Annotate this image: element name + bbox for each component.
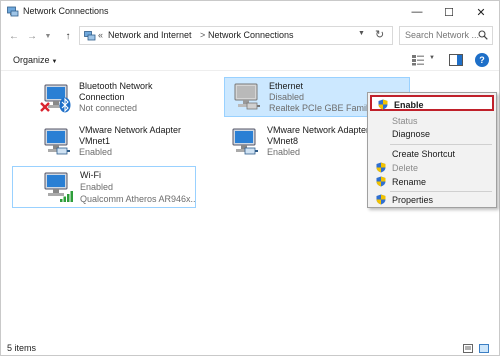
address-dropdown-icon[interactable]: ▼ (358, 30, 365, 37)
network-connections-window: Network Connections — ☐ ✕ ← → ▼ ↑ « Netw… (0, 0, 500, 356)
breadcrumb-network-connections[interactable]: Network Connections (208, 30, 294, 40)
uac-shield-icon (376, 194, 386, 205)
connection-name-line2: Connection (79, 92, 125, 102)
network-folder-icon (84, 31, 96, 41)
back-button[interactable]: ← (7, 27, 21, 45)
search-icon (478, 30, 488, 40)
address-row: ← → ▼ ↑ « Network and Internet > Network… (1, 25, 499, 47)
arrow-up-icon: ↑ (65, 30, 71, 42)
status-bar: 5 items (1, 341, 499, 356)
connection-device: Qualcomm Atheros AR946x... (80, 194, 195, 204)
menu-item-label: Properties (392, 195, 434, 205)
breadcrumb-separator[interactable]: > (200, 30, 205, 40)
menu-separator (390, 144, 492, 145)
connection-name-line1: Bluetooth Network (79, 81, 153, 91)
menu-item-label: Status (392, 116, 418, 126)
connection-item-vmnet1[interactable]: VMware Network Adapter VMnet1 Enabled (35, 123, 221, 163)
connection-item-bluetooth[interactable]: Bluetooth Network Connection Not connect… (35, 79, 221, 119)
menu-item-label: Create Shortcut (392, 149, 456, 159)
organize-label: Organize (13, 55, 50, 65)
network-connections-icon (7, 6, 19, 17)
organize-button[interactable]: Organize ▼ (13, 55, 57, 65)
up-button[interactable]: ↑ (61, 27, 75, 45)
connection-status: Enabled (79, 147, 113, 157)
address-overflow[interactable]: « (98, 30, 103, 40)
title-bar: Network Connections — ☐ ✕ (1, 1, 499, 23)
menu-item-rename[interactable]: Rename (370, 174, 494, 190)
close-icon: ✕ (476, 6, 486, 19)
uac-shield-icon (376, 176, 386, 187)
minimize-icon: — (411, 6, 423, 18)
x-error-icon (40, 102, 50, 112)
uac-shield-icon (378, 99, 388, 110)
item-count: 5 items (7, 343, 37, 353)
maximize-icon: ☐ (444, 6, 454, 19)
chevron-down-icon: ▼ (51, 59, 58, 65)
help-icon[interactable]: ? (475, 53, 489, 67)
recent-locations-button[interactable]: ▼ (41, 27, 55, 45)
large-icons-view-icon[interactable] (479, 344, 489, 353)
preview-pane-icon[interactable] (449, 54, 463, 66)
window-title: Network Connections (23, 6, 109, 16)
connection-status: Not connected (79, 103, 138, 113)
ethernet-cable-icon (56, 147, 70, 155)
search-placeholder: Search Network ... (405, 30, 480, 40)
connection-item-vmnet8[interactable]: VMware Network Adapter VMnet8 Enabled (223, 123, 367, 163)
refresh-icon[interactable]: ↻ (375, 28, 384, 41)
chevron-down-icon: ▼ (44, 32, 52, 40)
uac-shield-icon (376, 162, 386, 173)
connection-name-line1: VMware Network Adapter (267, 125, 367, 135)
forward-button[interactable]: → (25, 27, 39, 45)
menu-item-label: Delete (392, 163, 419, 173)
connection-name-line1: VMware Network Adapter (79, 125, 182, 135)
connection-item-wifi[interactable]: Wi-Fi Enabled Qualcomm Atheros AR946x... (12, 166, 196, 208)
search-input[interactable]: Search Network ... (399, 26, 493, 45)
menu-item-label: Diagnose (392, 129, 431, 139)
ethernet-cable-icon (246, 102, 260, 110)
details-view-icon[interactable] (463, 344, 473, 353)
breadcrumb-network-and-internet[interactable]: Network and Internet (108, 30, 192, 40)
connection-name-line2: VMnet1 (79, 136, 111, 146)
connection-name-line2: VMnet8 (267, 136, 299, 146)
change-view-icon[interactable] (411, 54, 425, 66)
menu-item-label: Enable (394, 100, 424, 110)
connection-status: Enabled (80, 182, 114, 192)
address-bar[interactable]: « Network and Internet > Network Connect… (79, 26, 393, 45)
view-options-chevron-icon[interactable]: ▼ (429, 55, 435, 61)
connection-status: Enabled (267, 147, 301, 157)
bluetooth-icon (59, 97, 71, 113)
menu-item-diagnose[interactable]: Diagnose (370, 126, 494, 142)
minimize-button[interactable]: — (403, 1, 431, 23)
close-button[interactable]: ✕ (467, 1, 495, 23)
arrow-right-icon: → (27, 30, 37, 42)
menu-item-properties[interactable]: Properties (370, 192, 494, 208)
maximize-button[interactable]: ☐ (435, 1, 463, 23)
command-bar: Organize ▼ ▼ ? (1, 49, 499, 71)
menu-item-label: Rename (392, 177, 427, 187)
menu-item-enable[interactable]: Enable (370, 95, 494, 111)
context-menu: Enable Status Diagnose Create Shortcut D… (367, 92, 497, 208)
wifi-signal-icon (60, 191, 73, 202)
connection-name: Wi-Fi (80, 170, 101, 180)
ethernet-cable-icon (244, 147, 258, 155)
arrow-left-icon: ← (9, 30, 19, 42)
connection-name: Ethernet (269, 81, 304, 91)
